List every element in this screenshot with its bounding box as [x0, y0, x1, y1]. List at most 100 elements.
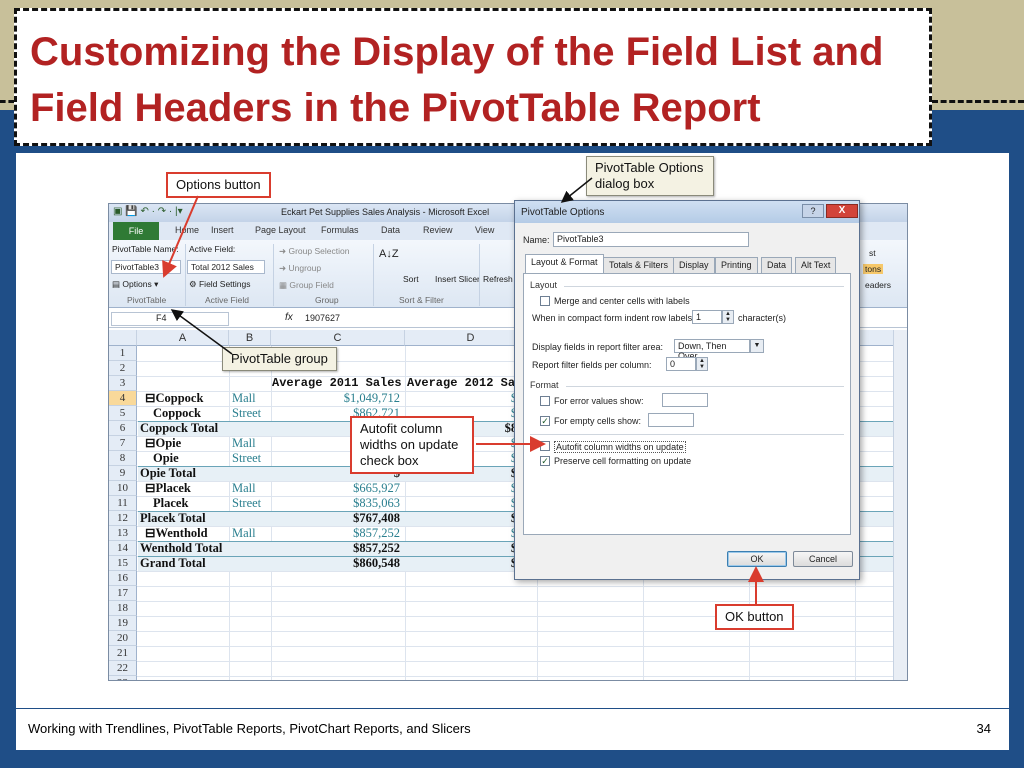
tab-view[interactable]: View: [475, 225, 494, 235]
report-filter-input[interactable]: 0: [666, 357, 696, 371]
insert-slicer-button[interactable]: Insert Slicer: [435, 274, 480, 284]
row-header[interactable]: 19: [109, 616, 137, 631]
row-header[interactable]: 17: [109, 586, 137, 601]
pivottable-options-dialog: PivotTable Options ? X Name: PivotTable3…: [514, 200, 860, 580]
group-selection-button[interactable]: ➜ Group Selection: [279, 246, 349, 257]
tab-review[interactable]: Review: [423, 225, 453, 235]
tab-alt-text[interactable]: Alt Text: [795, 257, 837, 273]
row-header[interactable]: 21: [109, 646, 137, 661]
tab-display[interactable]: Display: [673, 257, 715, 273]
tab-file[interactable]: File: [113, 222, 159, 240]
group-field-button[interactable]: ▦ Group Field: [279, 280, 334, 291]
row-header[interactable]: 16: [109, 571, 137, 586]
tab-layout-format[interactable]: Layout & Format: [525, 254, 604, 273]
row-header[interactable]: 1: [109, 346, 137, 361]
row-header[interactable]: 15: [109, 556, 137, 571]
tab-page-layout[interactable]: Page Layout: [255, 225, 306, 235]
refresh-button[interactable]: Refresh: [483, 274, 513, 284]
merge-center-checkbox[interactable]: [540, 296, 550, 306]
help-button[interactable]: ?: [802, 204, 824, 218]
row-header[interactable]: 4: [109, 391, 137, 406]
tab-home[interactable]: Home: [175, 225, 199, 235]
error-values-input[interactable]: [662, 393, 708, 407]
tab-data[interactable]: Data: [761, 257, 793, 273]
avg-2011-cell[interactable]: $767,408: [272, 511, 400, 526]
active-field-input[interactable]: Total 2012 Sales: [187, 260, 265, 274]
ungroup-button[interactable]: ➜ Ungroup: [279, 263, 321, 274]
close-button[interactable]: X: [826, 204, 858, 218]
fx-icon[interactable]: fx: [285, 312, 293, 323]
store-type-cell[interactable]: Street: [232, 496, 272, 511]
column-header-a[interactable]: A: [137, 330, 229, 346]
name-box[interactable]: F4: [111, 312, 229, 326]
store-type-cell[interactable]: Street: [232, 451, 272, 466]
row-header[interactable]: 23: [109, 676, 137, 680]
indent-spinner[interactable]: ▲ ▼: [722, 310, 734, 324]
formula-value[interactable]: 1907627: [305, 313, 340, 323]
footer-text: Working with Trendlines, PivotTable Repo…: [28, 721, 471, 736]
field-settings-button[interactable]: ⚙ Field Settings: [189, 279, 250, 290]
avg-2011-cell[interactable]: $665,927: [272, 481, 400, 496]
row-header[interactable]: 10: [109, 481, 137, 496]
row-header[interactable]: 13: [109, 526, 137, 541]
dialog-titlebar[interactable]: PivotTable Options ? X: [515, 201, 859, 223]
pivottable-name-input[interactable]: PivotTable3: [111, 260, 181, 274]
tab-printing[interactable]: Printing: [715, 257, 758, 273]
avg-2011-cell[interactable]: $1,049,712: [272, 391, 400, 406]
column-header-c[interactable]: C: [271, 330, 405, 346]
avg-2011-cell[interactable]: $857,252: [272, 526, 400, 541]
row-header[interactable]: 8: [109, 451, 137, 466]
row-header[interactable]: 20: [109, 631, 137, 646]
avg-2011-cell[interactable]: $835,063: [272, 496, 400, 511]
store-type-cell[interactable]: [232, 511, 272, 526]
store-type-cell[interactable]: Street: [232, 406, 272, 421]
chevron-down-icon[interactable]: ▼: [750, 339, 764, 353]
header-avg-2011[interactable]: Average 2011 Sales: [272, 376, 406, 391]
row-header[interactable]: 9: [109, 466, 137, 481]
store-type-cell[interactable]: Mall: [232, 391, 272, 406]
empty-cells-input[interactable]: [648, 413, 694, 427]
store-type-cell[interactable]: [232, 421, 272, 436]
store-type-cell[interactable]: [232, 541, 272, 556]
quick-access-toolbar[interactable]: ▣ 💾 ↶ · ↷ · |▾: [113, 206, 183, 217]
vertical-scrollbar[interactable]: [893, 330, 907, 680]
ribbon-group-pivottable: PivotTable: [127, 295, 167, 305]
row-header[interactable]: 2: [109, 361, 137, 376]
dialog-name-input[interactable]: PivotTable3: [553, 232, 749, 247]
row-header[interactable]: 11: [109, 496, 137, 511]
store-type-cell[interactable]: [232, 466, 272, 481]
preserve-formatting-checkbox[interactable]: ✓: [540, 456, 550, 466]
store-type-cell[interactable]: [232, 556, 272, 571]
row-header[interactable]: 12: [109, 511, 137, 526]
indent-input[interactable]: 1: [692, 310, 722, 324]
row-header[interactable]: 3: [109, 376, 137, 391]
options-button[interactable]: ▤ Options ▾: [112, 279, 158, 290]
row-header[interactable]: 6: [109, 421, 137, 436]
store-type-cell[interactable]: Mall: [232, 436, 272, 451]
tab-insert[interactable]: Insert: [211, 225, 234, 235]
column-header-b[interactable]: B: [229, 330, 271, 346]
row-header[interactable]: 14: [109, 541, 137, 556]
tab-totals-filters[interactable]: Totals & Filters: [603, 257, 675, 273]
ok-button[interactable]: OK: [727, 551, 787, 567]
avg-2011-cell[interactable]: $857,252: [272, 541, 400, 556]
ribbon-fragment-highlight[interactable]: tons: [863, 264, 884, 274]
select-all-corner[interactable]: [109, 330, 137, 346]
tab-data[interactable]: Data: [381, 225, 400, 235]
row-header[interactable]: 22: [109, 661, 137, 676]
avg-2011-cell[interactable]: $860,548: [272, 556, 400, 571]
tab-formulas[interactable]: Formulas: [321, 225, 359, 235]
store-type-cell[interactable]: Mall: [232, 481, 272, 496]
autofit-checkbox[interactable]: [540, 441, 550, 451]
sort-az-icon[interactable]: A↓Z: [379, 248, 399, 260]
sort-button[interactable]: Sort: [403, 274, 419, 284]
cancel-button[interactable]: Cancel: [793, 551, 853, 567]
report-filter-spinner[interactable]: ▲ ▼: [696, 357, 708, 371]
row-header[interactable]: 7: [109, 436, 137, 451]
row-header[interactable]: 18: [109, 601, 137, 616]
row-header[interactable]: 5: [109, 406, 137, 421]
store-type-cell[interactable]: Mall: [232, 526, 272, 541]
error-values-checkbox[interactable]: [540, 396, 550, 406]
empty-cells-checkbox[interactable]: ✓: [540, 416, 550, 426]
display-fields-select[interactable]: Down, Then Over: [674, 339, 750, 361]
